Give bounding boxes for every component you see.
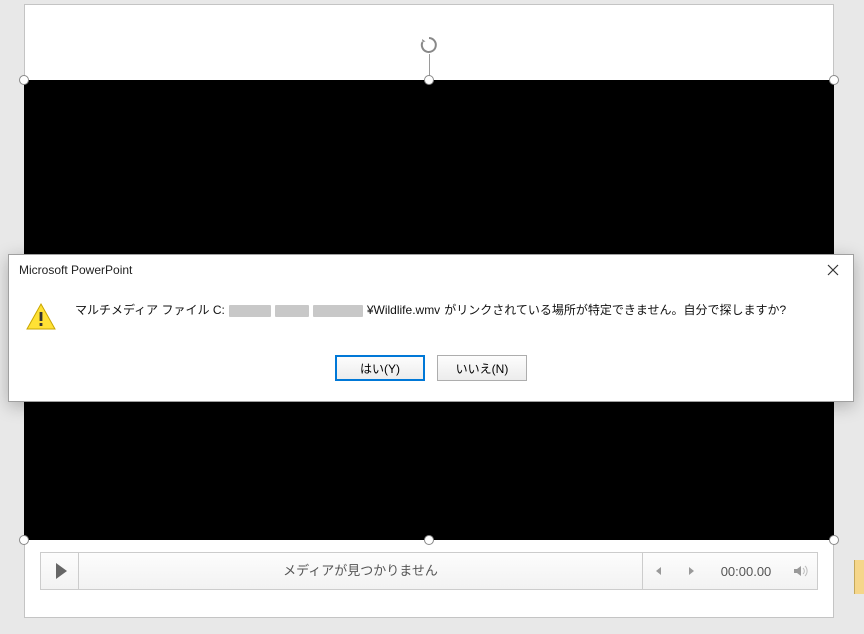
yes-button[interactable]: はい(Y) [335, 355, 425, 381]
rotate-handle[interactable] [420, 36, 438, 54]
dialog-titlebar: Microsoft PowerPoint [9, 255, 853, 285]
media-status-text: メディアが見つかりません [79, 553, 643, 589]
warning-icon [25, 301, 57, 333]
resize-handle-bottom-middle[interactable] [424, 535, 434, 545]
resize-handle-top-right[interactable] [829, 75, 839, 85]
dialog-title-text: Microsoft PowerPoint [19, 255, 132, 285]
dialog-message-suffix: がリンクされている場所が特定できません。自分で探しますか? [444, 301, 786, 320]
dialog-message: マルチメディア ファイル C: ¥Wildlife.wmv がリンクされている場… [75, 301, 786, 320]
rotate-connector [429, 54, 430, 76]
redacted-path-segment [313, 305, 363, 317]
volume-button[interactable] [785, 553, 817, 589]
dialog-message-prefix: マルチメディア ファイル C: [75, 301, 225, 320]
rotate-icon [420, 36, 438, 54]
step-forward-button[interactable] [675, 553, 707, 589]
resize-handle-bottom-left[interactable] [19, 535, 29, 545]
dialog-body: マルチメディア ファイル C: ¥Wildlife.wmv がリンクされている場… [9, 285, 853, 333]
redacted-path-segment [229, 305, 271, 317]
volume-icon [793, 564, 809, 578]
message-dialog: Microsoft PowerPoint マルチメディア ファイル C: ¥Wi… [8, 254, 854, 402]
redacted-path-segment [275, 305, 309, 317]
dialog-button-row: はい(Y) いいえ(N) [9, 355, 853, 381]
close-icon [827, 264, 839, 276]
resize-handle-top-middle[interactable] [424, 75, 434, 85]
time-display: 00:00.00 [707, 564, 785, 579]
step-forward-icon [685, 565, 697, 577]
no-button[interactable]: いいえ(N) [437, 355, 527, 381]
play-icon [56, 563, 67, 579]
step-back-icon [653, 565, 665, 577]
dialog-close-button[interactable] [813, 255, 853, 285]
media-control-bar: メディアが見つかりません 00:00.00 [40, 552, 818, 590]
dialog-message-filename: ¥Wildlife.wmv [367, 301, 440, 320]
resize-handle-bottom-right[interactable] [829, 535, 839, 545]
step-back-button[interactable] [643, 553, 675, 589]
play-button[interactable] [41, 553, 79, 589]
side-panel-edge [854, 560, 864, 594]
resize-handle-top-left[interactable] [19, 75, 29, 85]
